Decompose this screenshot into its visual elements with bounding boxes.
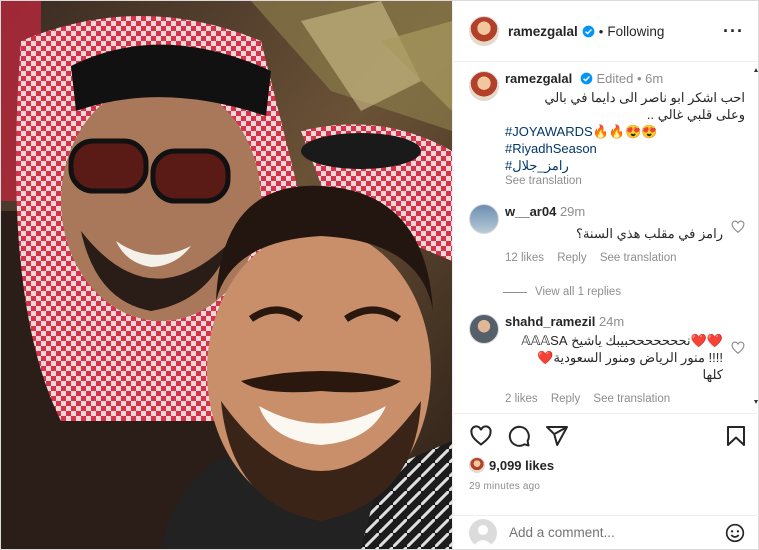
- following-button[interactable]: Following: [607, 24, 664, 39]
- user-placeholder-icon: [473, 524, 493, 547]
- comment-icon[interactable]: [507, 424, 531, 448]
- action-icons: [453, 414, 759, 458]
- commenter-username[interactable]: shahd_ramezil: [505, 314, 595, 329]
- bookmark-save-icon[interactable]: [725, 424, 747, 448]
- comment-text-part: نحححححححبيبك ياشيخ 𝔸𝔸𝔸SA: [521, 333, 691, 348]
- add-comment-bar: [453, 515, 759, 549]
- comment-like-heart-icon[interactable]: [731, 341, 745, 355]
- comment-text: رامز في مقلب هذي السنة؟: [576, 226, 723, 241]
- hashtag-riyadhseason[interactable]: #RiyadhSeason: [505, 140, 745, 157]
- caption-text-line-2: وعلى قلبي غالي ..: [646, 107, 745, 122]
- separator-dot: •: [636, 71, 646, 86]
- comment-see-translation[interactable]: See translation: [600, 252, 677, 264]
- post-timestamp[interactable]: 29 minutes ago: [453, 481, 759, 492]
- like-heart-icon[interactable]: [469, 424, 493, 448]
- comment-text-line-1: ❤️❤️نحححححححبيبك ياشيخ 𝔸𝔸𝔸SA: [505, 332, 723, 349]
- comment-item: shahd_ramezil 24m ❤️❤️نحححححححبيبك ياشيخ…: [469, 314, 745, 405]
- comments-list[interactable]: ramezgalal Edited • 6m احب اشكر ابو ناصر…: [453, 62, 759, 413]
- caption-avatar[interactable]: [469, 71, 499, 101]
- current-user-avatar: [469, 518, 497, 547]
- comment-see-translation[interactable]: See translation: [593, 393, 670, 405]
- caption-time[interactable]: 6m: [645, 71, 663, 86]
- share-send-icon[interactable]: [545, 424, 569, 448]
- comment-likes[interactable]: 2 likes: [505, 393, 538, 405]
- caption-text-line-1: احب اشكر ابو ناصر الى دايما في بالي: [544, 90, 745, 105]
- comment-reply[interactable]: Reply: [557, 252, 586, 264]
- verified-badge-icon: [582, 25, 595, 37]
- post-header: ramezgalal • Following ···: [453, 1, 758, 62]
- comment-likes[interactable]: 12 likes: [505, 252, 544, 264]
- comment-item: w__ar04 29m رامز في مقلب هذي السنة؟ 12 l…: [469, 204, 745, 264]
- commenter-avatar[interactable]: [469, 314, 499, 344]
- commenter-avatar[interactable]: [469, 204, 499, 234]
- caption-see-translation[interactable]: See translation: [505, 175, 745, 187]
- caption-username[interactable]: ramezgalal: [505, 71, 572, 86]
- view-replies-button[interactable]: View all 1 replies: [503, 286, 745, 298]
- comment-time[interactable]: 29m: [560, 204, 585, 219]
- author-username[interactable]: ramezgalal: [508, 24, 578, 39]
- comment-like-heart-icon[interactable]: [731, 220, 745, 234]
- emoji-picker-icon[interactable]: [725, 523, 745, 543]
- comment-text-line-2: !!!! منور الرياض ومنور السعودية❤️: [505, 349, 723, 366]
- more-options-icon[interactable]: ···: [723, 21, 744, 42]
- post-photo[interactable]: [1, 1, 452, 549]
- fire-emoji: 🔥🔥😍😍: [592, 124, 658, 139]
- add-comment-input[interactable]: [509, 525, 709, 540]
- comment-time[interactable]: 24m: [599, 314, 624, 329]
- author-avatar[interactable]: [469, 16, 499, 46]
- caption: ramezgalal Edited • 6m احب اشكر ابو ناصر…: [469, 71, 745, 187]
- verified-badge-icon: [580, 72, 593, 85]
- hashtag-ramez-galal[interactable]: #رامز_جلال: [505, 157, 745, 174]
- post-modal: ramezgalal • Following ··· ramezgalal Ed…: [0, 0, 759, 550]
- heart-emoji: ❤️: [537, 350, 554, 365]
- commenter-username[interactable]: w__ar04: [505, 204, 556, 219]
- comments-scrollbar[interactable]: [754, 68, 758, 404]
- comment-text-part: !!!! منور الرياض ومنور السعودية: [553, 350, 723, 365]
- hashtag-joyawards[interactable]: #JOYAWARDS: [505, 124, 593, 139]
- likes-count[interactable]: 9,099 likes: [489, 458, 554, 473]
- hashtags: #JOYAWARDS🔥🔥😍😍 #RiyadhSeason #رامز_جلال: [505, 123, 745, 174]
- likes-summary: 9,099 likes: [453, 457, 759, 473]
- comment-reply[interactable]: Reply: [551, 393, 580, 405]
- liker-avatar[interactable]: [469, 457, 485, 473]
- hearts-emoji: ❤️❤️: [690, 333, 723, 348]
- selfie-image: [1, 1, 452, 549]
- post-actions: 9,099 likes 29 minutes ago: [453, 413, 759, 492]
- comment-actions: 2 likes Reply See translation: [505, 393, 723, 405]
- separator-dot: •: [598, 23, 604, 39]
- post-side-panel: ramezgalal • Following ··· ramezgalal Ed…: [452, 1, 759, 549]
- caption-meta: ramezgalal Edited • 6m: [505, 71, 745, 86]
- comment-actions: 12 likes Reply See translation: [505, 252, 723, 264]
- edited-label: Edited: [596, 71, 634, 86]
- comment-text-line-3: كلها: [702, 367, 723, 382]
